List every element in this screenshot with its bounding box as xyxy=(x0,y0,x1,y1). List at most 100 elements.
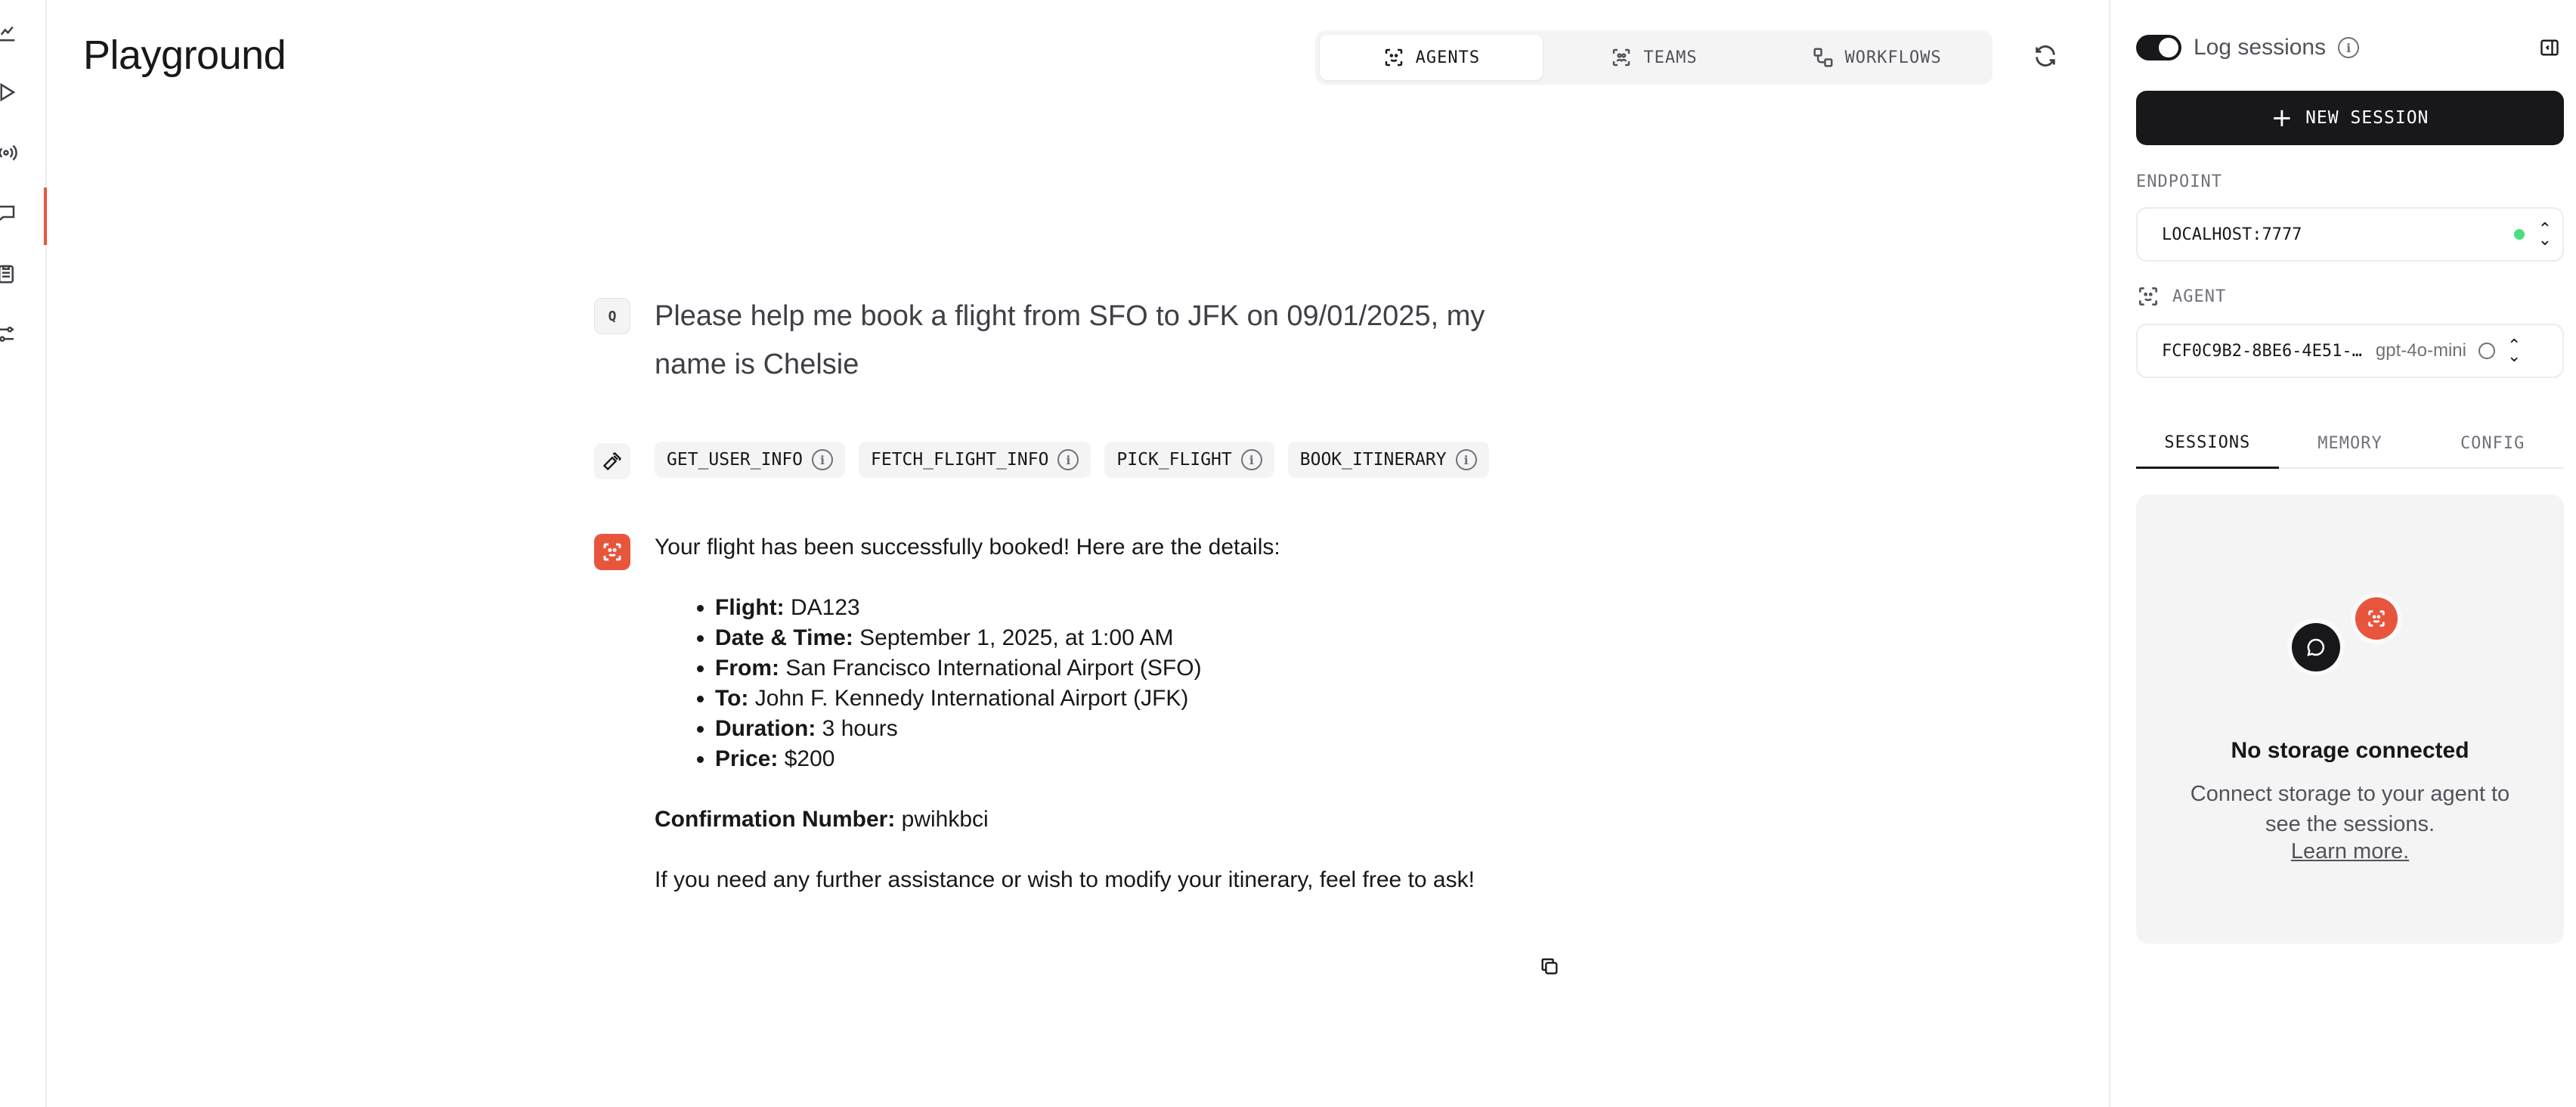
detail-label: From: xyxy=(715,656,779,681)
agent-icon xyxy=(1385,48,1402,67)
tab-teams[interactable]: TEAMS xyxy=(1543,35,1766,80)
mode-tabs: AGENTS TEAMS WORKFLOWS xyxy=(1315,30,1992,85)
list-item: Duration: 3 hours xyxy=(715,714,1607,744)
chat-icon[interactable] xyxy=(0,198,21,228)
list-item: To: John F. Kennedy International Airpor… xyxy=(715,684,1607,714)
chat-bubble-icon xyxy=(2292,623,2340,671)
play-icon[interactable] xyxy=(0,77,21,107)
left-rail xyxy=(0,0,47,1107)
app-root: Playground AGENTS TEAMS WORKFLOWS Q Plea… xyxy=(0,0,2576,1107)
list-item: Date & Time: September 1, 2025, at 1:00 … xyxy=(715,623,1607,653)
agent-avatar xyxy=(594,534,630,570)
panel-tabs: SESSIONS MEMORY CONFIG xyxy=(2136,419,2564,469)
new-session-button[interactable]: + NEW SESSION xyxy=(2136,91,2564,145)
tool-chip-label: FETCH_FLIGHT_INFO xyxy=(871,450,1049,470)
tab-agents-label: AGENTS xyxy=(1415,48,1481,67)
info-icon[interactable]: i xyxy=(2338,37,2360,58)
teams-icon xyxy=(1613,48,1630,67)
sliders-icon[interactable] xyxy=(0,319,21,349)
endpoint-label: ENDPOINT xyxy=(2136,172,2222,191)
user-message: Please help me book a flight from SFO to… xyxy=(655,300,1485,380)
workflow-icon xyxy=(1813,48,1833,67)
detail-label: Duration: xyxy=(715,716,816,741)
tool-chip[interactable]: BOOK_ITINERARY i xyxy=(1287,442,1489,478)
refresh-icon xyxy=(2036,45,2055,67)
tab-teams-label: TEAMS xyxy=(1643,48,1698,67)
confirmation-value: pwihkbci xyxy=(901,807,989,832)
agent-label-row: AGENT xyxy=(2136,284,2226,309)
detail-value: $200 xyxy=(784,746,835,771)
hammer-icon xyxy=(594,443,630,479)
page-title: Playground xyxy=(83,33,286,78)
sessions-empty-state: No storage connected Connect storage to … xyxy=(2136,495,2564,944)
tab-workflows-label: WORKFLOWS xyxy=(1844,48,1942,67)
list-item: From: San Francisco International Airpor… xyxy=(715,653,1607,684)
detail-label: Flight: xyxy=(715,595,785,620)
panel-collapse-icon xyxy=(2540,39,2559,56)
endpoint-select[interactable]: LOCALHOST:7777 ⌃ ⌄ xyxy=(2136,207,2564,262)
tool-chip-label: BOOK_ITINERARY xyxy=(1299,450,1447,470)
tab-workflows[interactable]: WORKFLOWS xyxy=(1765,35,1988,80)
detail-value: John F. Kennedy International Airport (J… xyxy=(754,686,1189,711)
agent-response: Your flight has been successfully booked… xyxy=(655,532,1607,926)
agent-icon xyxy=(2139,287,2157,305)
broadcast-icon[interactable] xyxy=(0,138,21,168)
detail-value: 3 hours xyxy=(822,716,898,741)
detail-value: San Francisco International Airport (SFO… xyxy=(785,656,1202,681)
chevron-updown-icon: ⌃ ⌄ xyxy=(2506,336,2522,365)
status-dot xyxy=(2513,229,2525,240)
collapse-panel-button[interactable] xyxy=(2537,35,2562,60)
rail-active-indicator xyxy=(44,188,47,245)
list-item: Price: $200 xyxy=(715,744,1607,774)
empty-state-title: No storage connected xyxy=(2231,738,2469,763)
tool-chip-label: PICK_FLIGHT xyxy=(1116,450,1232,470)
agent-model: gpt-4o-mini xyxy=(2375,340,2466,361)
tab-memory[interactable]: MEMORY xyxy=(2279,419,2422,467)
tool-chip[interactable]: FETCH_FLIGHT_INFO i xyxy=(859,442,1091,478)
flight-details-list: Flight: DA123 Date & Time: September 1, … xyxy=(715,593,1607,774)
model-icon xyxy=(2478,343,2495,359)
learn-more-link[interactable]: Learn more. xyxy=(2136,839,2564,864)
response-intro: Your flight has been successfully booked… xyxy=(655,535,1280,560)
clipboard-icon[interactable] xyxy=(0,259,21,289)
agent-label: AGENT xyxy=(2172,287,2227,306)
tool-chip-label: GET_USER_INFO xyxy=(667,450,803,470)
chart-icon[interactable] xyxy=(0,17,21,47)
log-sessions-row: Log sessions i xyxy=(2136,35,2360,60)
right-panel: Log sessions i + NEW SESSION ENDPOINT LO… xyxy=(2109,0,2576,1107)
tab-agents[interactable]: AGENTS xyxy=(1320,35,1543,80)
detail-label: Price: xyxy=(715,746,779,771)
plus-icon: + xyxy=(2271,103,2294,133)
tab-sessions[interactable]: SESSIONS xyxy=(2136,419,2279,469)
refresh-button[interactable] xyxy=(2029,39,2062,73)
detail-value: DA123 xyxy=(790,595,860,620)
agent-icon xyxy=(603,543,621,561)
info-icon[interactable]: i xyxy=(1455,449,1477,470)
info-icon[interactable]: i xyxy=(812,449,834,470)
tab-config[interactable]: CONFIG xyxy=(2421,419,2564,467)
new-session-label: NEW SESSION xyxy=(2305,108,2429,128)
list-item: Flight: DA123 xyxy=(715,593,1607,623)
agent-bubble-icon xyxy=(2355,597,2398,640)
empty-state-description: Connect storage to your agent to see the… xyxy=(2190,782,2510,836)
agent-select[interactable]: FCF0C9B2-8BE6-4E51-… gpt-4o-mini ⌃ ⌄ xyxy=(2136,324,2564,378)
tool-calls: GET_USER_INFO i FETCH_FLIGHT_INFO i PICK… xyxy=(655,442,1489,478)
confirmation-label: Confirmation Number: xyxy=(655,807,896,832)
detail-label: Date & Time: xyxy=(715,625,853,650)
copy-icon xyxy=(1541,958,1558,975)
response-closing: If you need any further assistance or wi… xyxy=(655,867,1475,892)
confirmation-line: Confirmation Number: pwihkbci xyxy=(655,805,1607,835)
tool-chip[interactable]: PICK_FLIGHT i xyxy=(1104,442,1274,478)
chevron-updown-icon: ⌃ ⌄ xyxy=(2537,219,2552,249)
copy-button[interactable] xyxy=(1536,953,1563,980)
endpoint-value: LOCALHOST:7777 xyxy=(2162,225,2302,244)
log-sessions-label: Log sessions xyxy=(2194,35,2327,60)
tool-chip[interactable]: GET_USER_INFO i xyxy=(655,442,846,478)
detail-label: To: xyxy=(715,686,749,711)
detail-value: September 1, 2025, at 1:00 AM xyxy=(859,625,1174,650)
agent-value: FCF0C9B2-8BE6-4E51-… xyxy=(2162,341,2362,361)
info-icon[interactable]: i xyxy=(1240,449,1262,470)
user-badge: Q xyxy=(594,298,630,334)
log-sessions-toggle[interactable] xyxy=(2136,35,2181,60)
info-icon[interactable]: i xyxy=(1057,449,1079,470)
